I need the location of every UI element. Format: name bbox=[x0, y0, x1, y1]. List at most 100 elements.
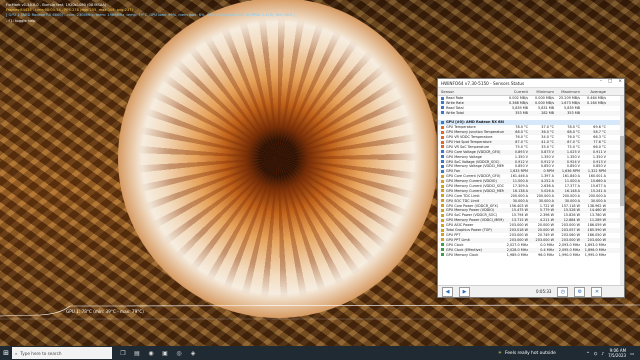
power-icon bbox=[441, 189, 444, 193]
column-header-current[interactable]: Current bbox=[504, 89, 530, 94]
power-icon bbox=[441, 213, 444, 217]
furmark-app-icon[interactable]: ◎ bbox=[174, 348, 184, 358]
window-titlebar[interactable]: HWiNFO64 v7.30-5150 - Sensors Status – □… bbox=[438, 79, 624, 88]
task-view-icon[interactable]: ❐ bbox=[118, 348, 128, 358]
network-icon[interactable]: ⌬ bbox=[594, 351, 598, 356]
furmark-osd: FurMark v1.38.0.0 - Burn-in test, 1920x1… bbox=[6, 3, 295, 24]
window-footer: ◀ ▶ 0:05:33 ◷ ⚙ ✕ bbox=[438, 285, 624, 297]
power-icon bbox=[441, 208, 444, 212]
sensor-label: GPU Temperature bbox=[446, 125, 476, 130]
hwinfo-sensors-window[interactable]: HWiNFO64 v7.30-5150 - Sensors Status – □… bbox=[437, 78, 625, 298]
taskbar-clock[interactable]: 9:06 AM 7/5/2023 bbox=[608, 348, 626, 358]
column-header-minimum[interactable]: Minimum bbox=[530, 89, 556, 94]
minimize-icon[interactable]: – bbox=[600, 79, 602, 84]
vertical-scrollbar[interactable] bbox=[620, 96, 624, 286]
system-tray: ^ ⌬ ♪ 9:06 AM 7/5/2023 ▭ bbox=[586, 346, 634, 360]
scrollbar-thumb[interactable] bbox=[620, 136, 624, 206]
maximize-icon[interactable]: □ bbox=[608, 79, 612, 84]
sensor-label: GPU Memory Voltage (VDDCI_MEM) bbox=[446, 164, 504, 169]
power-icon bbox=[441, 228, 444, 232]
volt-icon bbox=[441, 150, 444, 154]
sensor-label: GPU Clock bbox=[446, 242, 464, 247]
volt-icon bbox=[441, 164, 444, 168]
sensor-label: GPU SoC Voltage (VDDCR_SOC) bbox=[446, 159, 500, 164]
hwinfo-app-icon[interactable]: ◈ bbox=[188, 348, 198, 358]
power-icon bbox=[441, 179, 444, 183]
column-header-sensor[interactable]: Sensor bbox=[438, 89, 504, 94]
sensor-label: Write Rate bbox=[446, 100, 464, 105]
sensor-maximum-value: 1,990.0 MHz bbox=[558, 252, 580, 257]
osd-help: - F1: toggle help bbox=[6, 18, 36, 23]
fan-icon bbox=[441, 169, 444, 173]
power-icon bbox=[441, 199, 444, 203]
sensor-current-value: 1,989.0 MHz bbox=[506, 252, 528, 257]
sensor-row[interactable]: GPU Memory Clock 1,989.0 MHz 96.0 MHz 1,990… bbox=[438, 253, 624, 258]
gpu-icon bbox=[441, 120, 444, 124]
power-icon bbox=[441, 184, 444, 188]
fur-donut-strands bbox=[118, 0, 438, 318]
search-placeholder: Type here to search bbox=[20, 350, 62, 356]
sensor-label: GPU SOC TDC Limit bbox=[446, 198, 480, 203]
sensor-label: GPU Memory Power (VDDCI_MEM) bbox=[446, 218, 504, 223]
sensor-average-value: 1,995.0 MHz bbox=[584, 252, 606, 257]
sensor-label: Read Rate bbox=[446, 96, 464, 100]
sensor-label: Write Total bbox=[446, 110, 464, 115]
sensor-label: GPU Memory Current (VDDCI_MEM) bbox=[446, 188, 504, 193]
weather-text: Feels really hot outside bbox=[504, 350, 556, 356]
temp-icon bbox=[441, 130, 444, 134]
elapsed-time: 0:05:33 bbox=[536, 289, 552, 294]
temp-icon bbox=[441, 145, 444, 149]
search-icon: ⌕ bbox=[15, 350, 18, 356]
volt-icon bbox=[441, 155, 444, 159]
store-icon[interactable]: ▣ bbox=[160, 348, 170, 358]
sensor-label: GPU Clock (Effective) bbox=[446, 247, 482, 252]
close-icon[interactable]: × bbox=[618, 79, 622, 84]
sensor-table-header: Sensor Current Minimum Maximum Average bbox=[438, 88, 624, 96]
clock-icon[interactable]: ◷ bbox=[557, 286, 569, 297]
sensor-label: GPU Memory Current (VDDCI_SOC) bbox=[446, 184, 504, 189]
sun-icon: ☀ bbox=[498, 350, 502, 356]
weather-widget[interactable]: ☀ Feels really hot outside bbox=[498, 346, 556, 360]
power-icon bbox=[441, 238, 444, 242]
sensor-label: GPU Memory Current (VDDIO) bbox=[446, 179, 497, 184]
volume-icon[interactable]: ♪ bbox=[601, 351, 604, 356]
temp-icon bbox=[441, 140, 444, 144]
power-icon bbox=[441, 223, 444, 227]
disk-icon bbox=[441, 106, 444, 110]
nav-forward-icon[interactable]: ▶ bbox=[459, 286, 470, 297]
sensor-label: GPU Memory Junction Temperature bbox=[446, 130, 504, 135]
disk-icon bbox=[441, 101, 444, 105]
sensor-label: GPU [#0]: AMD Radeon RX 6800 bbox=[446, 120, 504, 125]
sensor-label: GPU PPT bbox=[446, 232, 461, 237]
tray-chevron-icon[interactable]: ^ bbox=[586, 351, 590, 356]
power-icon bbox=[441, 194, 444, 198]
sensor-minimum-value: 96.0 MHz bbox=[538, 252, 554, 257]
sensor-label: Total Graphics Power (TGP) bbox=[446, 228, 492, 233]
browser-icon[interactable]: ◉ bbox=[146, 348, 156, 358]
sensor-label: GPU PPT Limit bbox=[446, 237, 470, 242]
taskbar: ⊞ ⌕ Type here to search ❐ ▤ ◉ ▣ ◎ ◈ ☀ Fe… bbox=[0, 346, 640, 360]
sensor-label: Read Total bbox=[446, 105, 464, 110]
taskbar-search-input[interactable]: ⌕ Type here to search bbox=[12, 347, 112, 359]
notifications-icon[interactable]: ▭ bbox=[630, 351, 634, 356]
close-sensors-icon[interactable]: ✕ bbox=[591, 286, 603, 297]
clock-date: 7/5/2023 bbox=[608, 353, 627, 358]
sensor-label: GPU ASIC Power bbox=[446, 223, 474, 228]
sensor-label: GPU VR SoC Temperature bbox=[446, 144, 490, 149]
sensor-label: GPU Fan bbox=[446, 169, 461, 174]
volt-icon bbox=[441, 160, 444, 164]
sensor-label: GPU Core Power (VDDCR_GFX) bbox=[446, 203, 498, 208]
file-explorer-icon[interactable]: ▤ bbox=[132, 348, 142, 358]
column-header-average[interactable]: Average bbox=[582, 89, 608, 94]
settings-icon[interactable]: ⚙ bbox=[574, 286, 586, 297]
windows-start-icon[interactable]: ⊞ bbox=[0, 346, 12, 360]
disk-icon bbox=[441, 111, 444, 115]
sensor-label: GPU Core Current (VDDCR_GFX) bbox=[446, 174, 501, 179]
sensor-label: GPU Memory Power (VDDIO) bbox=[446, 208, 495, 213]
column-header-maximum[interactable]: Maximum bbox=[556, 89, 582, 94]
sensor-label: GPU SoC Power (VDDCR_SOC) bbox=[446, 213, 498, 218]
gpu-graph-label: GPU 1: 78°C (min: 39°C - max: 79°C) bbox=[66, 309, 144, 314]
nav-back-icon[interactable]: ◀ bbox=[442, 286, 453, 297]
temp-icon bbox=[441, 135, 444, 139]
sensor-label: GPU Hot Spot Temperature bbox=[446, 140, 492, 145]
